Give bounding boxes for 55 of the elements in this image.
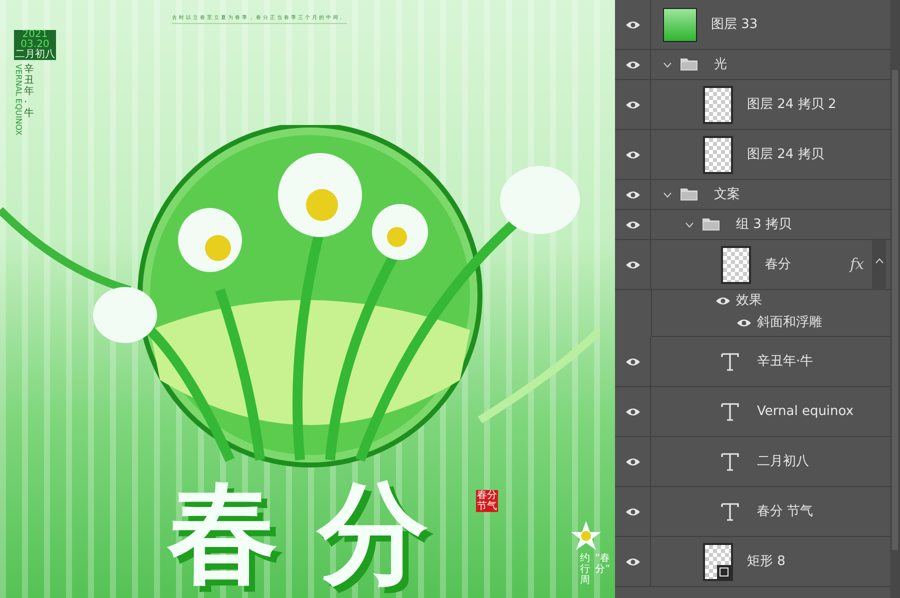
eye-icon[interactable]	[624, 190, 640, 200]
transparent-thumbnail	[703, 86, 733, 124]
eye-icon[interactable]	[715, 296, 731, 306]
text-layer-icon	[721, 402, 739, 420]
eye-icon[interactable]	[624, 60, 640, 70]
chevron-up-icon[interactable]	[874, 258, 884, 264]
folder-icon	[702, 218, 720, 231]
eye-icon[interactable]	[624, 260, 640, 270]
side-note: 约行周	[580, 553, 591, 586]
text-layer-icon	[721, 352, 739, 370]
layer-name[interactable]: 春分	[765, 254, 791, 274]
title-lettering: 春分	[168, 478, 468, 588]
layer-name[interactable]: 图层 24 拷贝	[747, 144, 824, 164]
eye-icon[interactable]	[624, 556, 640, 566]
chevron-down-icon[interactable]	[663, 62, 672, 68]
eye-icon[interactable]	[624, 150, 640, 160]
eye-icon[interactable]	[624, 406, 640, 416]
effect-name[interactable]: 斜面和浮雕	[757, 313, 822, 333]
year-name: 辛丑年·牛	[24, 64, 34, 119]
eye-icon[interactable]	[624, 356, 640, 366]
layer-name[interactable]: 组 3 拷贝	[736, 214, 792, 234]
effect-name[interactable]: 效果	[736, 291, 762, 311]
layer-name[interactable]: 矩形 8	[747, 552, 786, 572]
lunar-date: 二月初八	[15, 50, 55, 60]
eye-icon[interactable]	[624, 20, 640, 30]
seal-stamp: 春分 节气	[476, 490, 498, 512]
flower-icon	[570, 520, 602, 552]
chevron-down-icon[interactable]	[685, 222, 694, 228]
folder-icon	[680, 58, 698, 71]
eye-icon[interactable]	[624, 506, 640, 516]
scrollbar[interactable]	[890, 0, 900, 598]
layer-name[interactable]: 辛丑年·牛	[757, 352, 814, 372]
fx-label[interactable]: fx	[850, 253, 864, 276]
text-layer-icon	[721, 502, 739, 520]
eye-icon[interactable]	[624, 220, 640, 230]
layer-name[interactable]: 图层 33	[711, 14, 758, 34]
folder-icon	[680, 188, 698, 201]
layer-name[interactable]: Vernal equinox	[757, 402, 854, 422]
chevron-down-icon[interactable]	[663, 192, 672, 198]
transparent-thumbnail	[721, 246, 751, 284]
layer-name[interactable]: 文案	[714, 184, 740, 204]
year-text: 2021	[22, 30, 48, 40]
layer-name[interactable]: 图层 24 拷贝 2	[747, 94, 836, 114]
effects-toggle[interactable]	[872, 240, 886, 290]
transparent-thumbnail	[703, 136, 733, 174]
layer-name[interactable]: 二月初八	[757, 452, 809, 472]
eye-icon[interactable]	[736, 318, 752, 328]
english-title: VERNAL EQUINOX	[13, 64, 24, 136]
layer-name[interactable]: 春分 节气	[757, 502, 814, 522]
date-text: 03.20	[20, 40, 50, 50]
eye-icon[interactable]	[624, 456, 640, 466]
layer-name[interactable]: 光	[714, 54, 727, 74]
eye-icon[interactable]	[624, 100, 640, 110]
text-layer-icon	[721, 452, 739, 470]
layer-thumbnail	[663, 8, 697, 42]
